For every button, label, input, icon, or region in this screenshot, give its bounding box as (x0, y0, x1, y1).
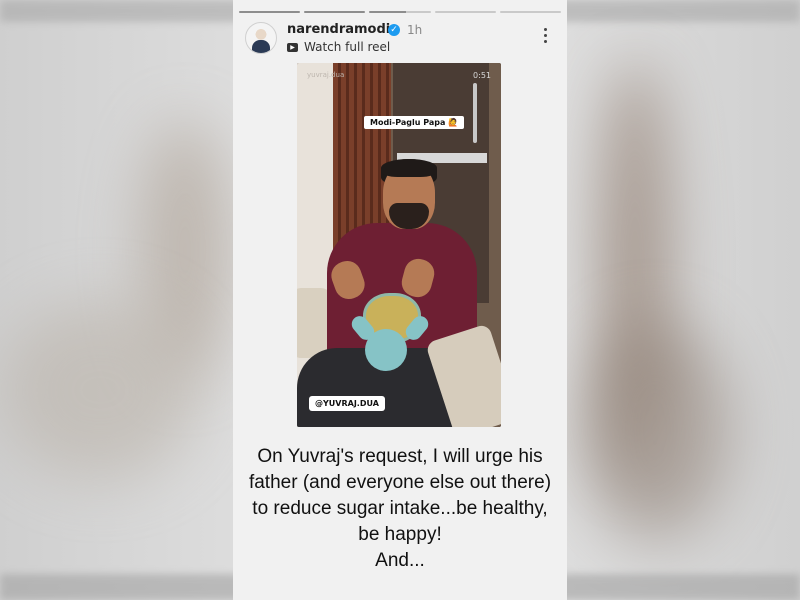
progress-segment (499, 11, 562, 13)
progress-segment (434, 11, 496, 13)
cabinet-handle (473, 83, 477, 143)
toy-head (365, 329, 407, 371)
person-hair-top (381, 159, 437, 177)
post-time: 1h (407, 23, 423, 37)
more-options-icon[interactable] (543, 28, 549, 46)
profile-avatar[interactable] (245, 22, 277, 54)
progress-segment (369, 11, 431, 13)
username[interactable]: narendramodi (287, 22, 390, 37)
story-caption-continuation: And... (375, 550, 425, 571)
progress-segment (239, 11, 301, 13)
watch-full-reel-link[interactable]: ▶ Watch full reel (287, 40, 390, 54)
reel-icon: ▶ (287, 42, 298, 52)
story-header: narendramodi ✓ 1h ▶ Watch full reel (245, 22, 555, 58)
story-card[interactable]: narendramodi ✓ 1h ▶ Watch full reel yuvr… (233, 0, 567, 600)
video-caption-tag: Modi-Paglu Papa 🙋 (364, 116, 465, 129)
video-watermark: yuvraj.dua (307, 71, 345, 79)
video-timestamp: 0:51 (473, 71, 491, 80)
story-progress-bar (239, 11, 562, 14)
cushion-left (297, 288, 331, 358)
verified-badge-icon: ✓ (388, 24, 400, 36)
video-handle-tag[interactable]: @YUVRAJ.DUA (309, 396, 385, 411)
progress-segment (304, 11, 366, 13)
reel-video-preview[interactable]: yuvraj.dua 0:51 Modi-Paglu Papa 🙋 @YUVRA… (297, 63, 501, 427)
backdrop-blob (0, 300, 200, 480)
story-caption-text: On Yuvraj's request, I will urge his fat… (248, 446, 552, 545)
backdrop-blob (580, 320, 730, 540)
watch-label: Watch full reel (304, 40, 391, 54)
